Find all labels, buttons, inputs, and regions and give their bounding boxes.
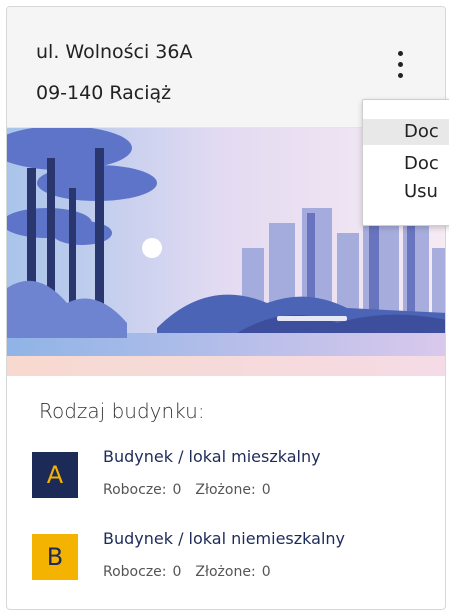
address-card: ul. Wolności 36A 09-140 Raciąż Rodzaj bu… xyxy=(6,6,446,610)
badge-b: B xyxy=(32,534,78,580)
building-type-stats: Robocze: 0 Złożone: 0 xyxy=(103,482,277,498)
submitted-count: 0 xyxy=(261,564,271,580)
draft-count: 0 xyxy=(172,482,182,498)
card-options-menu: Doc Doc Usu xyxy=(362,99,449,226)
building-type-stats: Robocze: 0 Złożone: 0 xyxy=(103,564,277,580)
kebab-menu-icon[interactable] xyxy=(391,47,411,83)
draft-count: 0 xyxy=(172,564,182,580)
building-type-label[interactable]: Budynek / lokal mieszkalny xyxy=(103,447,321,466)
address-street: ul. Wolności 36A xyxy=(36,41,193,63)
building-type-label[interactable]: Budynek / lokal niemieszkalny xyxy=(103,529,345,548)
menu-item-2[interactable]: Doc xyxy=(363,151,449,177)
submitted-count: 0 xyxy=(261,482,271,498)
submitted-label: Złożone: xyxy=(195,564,256,580)
building-type-heading: Rodzaj budynku: xyxy=(39,399,205,423)
menu-item-1[interactable]: Doc xyxy=(363,119,449,145)
draft-label: Robocze: xyxy=(103,482,167,498)
menu-item-3[interactable]: Usu xyxy=(363,179,449,205)
submitted-label: Złożone: xyxy=(195,482,256,498)
address-postal-city: 09-140 Raciąż xyxy=(36,82,172,104)
draft-label: Robocze: xyxy=(103,564,167,580)
building-type-residential[interactable]: A Budynek / lokal mieszkalny Robocze: 0 Zł… xyxy=(32,447,432,517)
badge-a: A xyxy=(32,452,78,498)
building-type-nonresidential[interactable]: B Budynek / lokal niemieszkalny Robocze:… xyxy=(32,529,432,599)
